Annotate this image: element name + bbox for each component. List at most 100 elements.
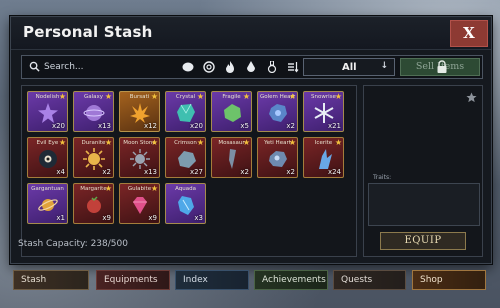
- favorite-star-icon: ★: [242, 92, 250, 101]
- golem-heart-icon: [269, 104, 287, 122]
- nav-shop-button[interactable]: Shop: [412, 270, 486, 290]
- item-slot[interactable]: Crystal ★ x20: [165, 91, 206, 132]
- titlebar: Personal Stash X: [11, 17, 491, 50]
- item-name: Aquada: [175, 186, 196, 192]
- yeti-heart-icon: [269, 151, 287, 167]
- flame-icon[interactable]: [222, 59, 238, 75]
- item-quantity: x13: [97, 122, 111, 130]
- favorite-star-icon: ★: [334, 138, 342, 147]
- toolbar: All ↓ Sell Items: [21, 55, 483, 79]
- favorite-star-icon: ★: [288, 92, 296, 101]
- personal-stash-window: Personal Stash X Search... All ↓ Sell It…: [10, 16, 492, 264]
- favorite-star-icon: ★: [150, 92, 158, 101]
- favorite-star-icon: ★: [104, 138, 112, 147]
- bottom-nav: Stash Equipments Index Achievements Ques…: [13, 270, 487, 290]
- stash-capacity: Stash Capacity: 238/500: [18, 239, 128, 249]
- item-quantity: x2: [286, 122, 295, 130]
- sort-icon[interactable]: [285, 59, 301, 75]
- close-button[interactable]: X: [450, 20, 488, 47]
- drop-icon[interactable]: [243, 59, 259, 75]
- evil-eye-icon: [39, 150, 57, 168]
- item-quantity: x24: [327, 168, 341, 176]
- item-quantity: x20: [51, 122, 65, 130]
- favorite-star-icon: ★: [196, 138, 204, 147]
- stash-panel: Nodelish ★ x20 Galaxy ★ x13 Bursati ★ x12 Crystal…: [21, 85, 357, 257]
- galaxy-orb-icon: [83, 105, 105, 121]
- item-slot[interactable]: Gargantuan x1: [27, 183, 68, 224]
- search-icon: [29, 61, 40, 72]
- green-shard-icon: [224, 104, 241, 122]
- item-slot[interactable]: Aquada x3: [165, 183, 206, 224]
- item-quantity: x20: [189, 122, 203, 130]
- item-quantity: x2: [286, 168, 295, 176]
- item-slot[interactable]: Nodelish ★ x20: [27, 91, 68, 132]
- equip-button[interactable]: EQUIP: [380, 232, 466, 250]
- favorite-star-icon: ★: [58, 92, 66, 101]
- item-quantity: x9: [102, 214, 111, 222]
- favorite-star-icon[interactable]: [466, 92, 477, 103]
- search-input[interactable]: [44, 59, 164, 75]
- item-slot[interactable]: Snowrise ★ x21: [303, 91, 344, 132]
- window-title: Personal Stash: [23, 23, 153, 41]
- item-slot[interactable]: Duranite ★ x2: [73, 137, 114, 178]
- sell-items-button[interactable]: Sell Items: [400, 58, 480, 76]
- item-detail-panel: Traits: EQUIP: [363, 85, 483, 257]
- item-quantity: x13: [143, 168, 157, 176]
- favorite-star-icon: ★: [196, 92, 204, 101]
- favorite-star-icon: ★: [150, 138, 158, 147]
- item-quantity: x9: [148, 214, 157, 222]
- favorite-star-icon: ★: [58, 138, 66, 147]
- item-slot[interactable]: Yeti Heart ★ x2: [257, 137, 298, 178]
- item-slot[interactable]: Moon Stone ★ x13: [119, 137, 160, 178]
- item-slot[interactable]: Icerite ★ x24: [303, 137, 344, 178]
- traits-box: [368, 183, 480, 226]
- item-quantity: x5: [240, 122, 249, 130]
- favorite-star-icon: ★: [334, 92, 342, 101]
- flask-icon[interactable]: [264, 59, 280, 75]
- favorite-star-icon: ★: [150, 184, 158, 193]
- crimson-rock-icon: [178, 151, 196, 168]
- favorite-star-icon: ★: [104, 184, 112, 193]
- nav-quests-button[interactable]: Quests: [333, 270, 406, 290]
- item-quantity: x2: [102, 168, 111, 176]
- pink-gem-icon: [133, 197, 147, 214]
- ice-shard-icon: [319, 149, 332, 169]
- item-slot[interactable]: Mosasaur ★ x2: [211, 137, 252, 178]
- item-quantity: x1: [56, 214, 65, 222]
- item-slot[interactable]: Evil Eye ★ x4: [27, 137, 68, 178]
- item-slot[interactable]: Galaxy ★ x13: [73, 91, 114, 132]
- aqua-crystal-icon: [178, 196, 194, 215]
- item-slot[interactable]: Fragile ★ x5: [211, 91, 252, 132]
- item-slot[interactable]: Golem Heart ★ x2: [257, 91, 298, 132]
- moon-stone-icon: [130, 149, 150, 169]
- red-berry-icon: [87, 196, 101, 213]
- spiral-icon[interactable]: [201, 59, 217, 75]
- item-quantity: x27: [189, 168, 203, 176]
- fang-icon: [229, 149, 236, 169]
- item-slot[interactable]: Bursati ★ x12: [119, 91, 160, 132]
- planet-icon: [38, 199, 58, 211]
- item-quantity: x21: [327, 122, 341, 130]
- snowflake-icon: [314, 103, 334, 123]
- teal-crystal-icon: [177, 103, 195, 122]
- filter-value: All: [342, 62, 357, 73]
- item-slot[interactable]: Crimson ★ x27: [165, 137, 206, 178]
- filter-icons: [180, 59, 322, 75]
- favorite-star-icon: ★: [242, 138, 250, 147]
- favorite-star-icon: ★: [104, 92, 112, 101]
- favorite-star-icon: ★: [288, 138, 296, 147]
- item-quantity: x3: [194, 214, 203, 222]
- star-crystal-icon: [38, 103, 58, 123]
- nav-index-button[interactable]: Index: [175, 270, 249, 290]
- item-slot[interactable]: Gulabite ★ x9: [119, 183, 160, 224]
- nav-equipments-button[interactable]: Equipments: [96, 270, 170, 290]
- filter-dropdown[interactable]: All ↓: [303, 58, 395, 76]
- item-name: Gargantuan: [31, 186, 64, 192]
- nav-stash-button[interactable]: Stash: [13, 270, 89, 290]
- circle-icon[interactable]: [180, 59, 196, 75]
- nav-achievements-button[interactable]: Achievements: [254, 270, 328, 290]
- item-slot[interactable]: Margarite ★ x9: [73, 183, 114, 224]
- item-quantity: x2: [240, 168, 249, 176]
- item-quantity: x4: [56, 168, 65, 176]
- item-quantity: x12: [143, 122, 157, 130]
